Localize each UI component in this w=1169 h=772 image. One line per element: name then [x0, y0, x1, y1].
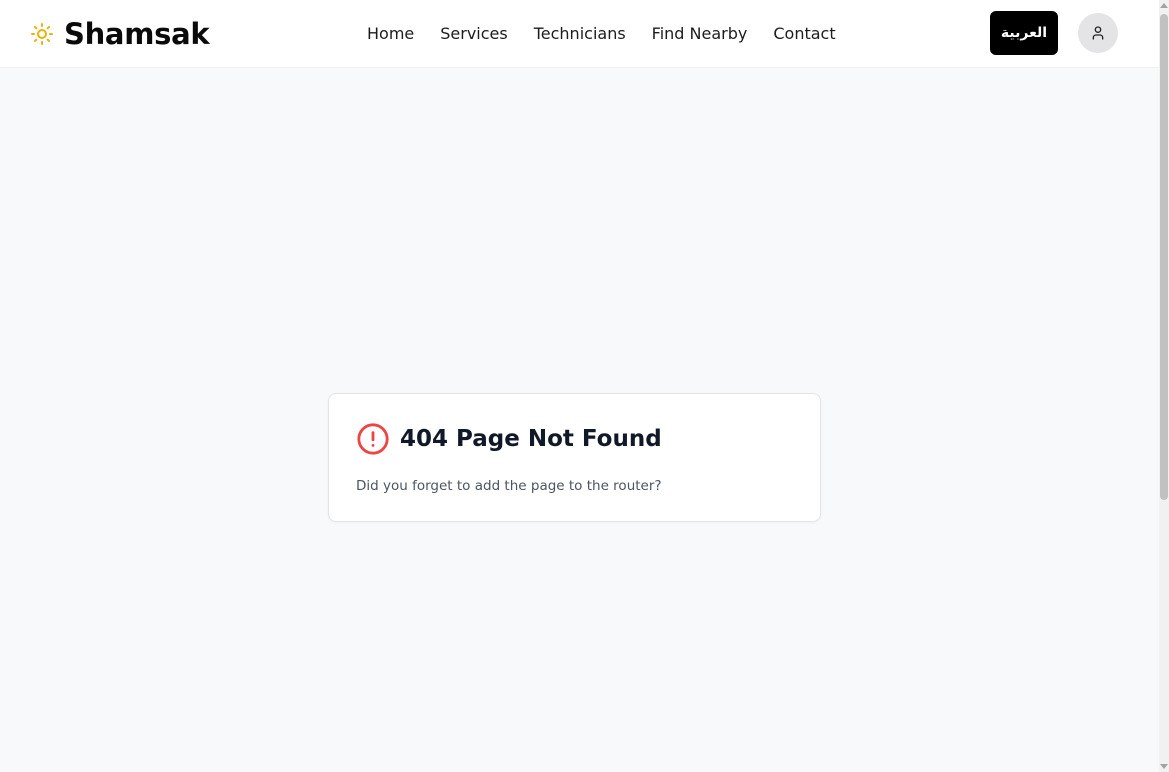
nav-link-services[interactable]: Services: [440, 22, 507, 46]
nav-link-find-nearby[interactable]: Find Nearby: [652, 22, 748, 46]
nav-link-contact[interactable]: Contact: [773, 22, 835, 46]
vertical-scrollbar[interactable]: [1159, 0, 1169, 772]
profile-button[interactable]: [1078, 13, 1118, 53]
brand-logo[interactable]: Shamsak: [30, 14, 210, 54]
nav-link-home[interactable]: Home: [367, 22, 414, 46]
scroll-down-arrow-icon[interactable]: [1160, 764, 1168, 769]
language-toggle-button[interactable]: العربية: [990, 11, 1058, 55]
brand-name: Shamsak: [64, 17, 210, 51]
error-message: Did you forget to add the page to the ro…: [356, 478, 662, 494]
card-header: 404 Page Not Found: [356, 422, 662, 456]
scrollbar-thumb[interactable]: [1160, 14, 1168, 500]
user-icon: [1090, 25, 1106, 41]
top-navbar: Shamsak Home Services Technicians Find N…: [0, 0, 1159, 68]
main-nav: Home Services Technicians Find Nearby Co…: [367, 22, 836, 46]
viewport: Shamsak Home Services Technicians Find N…: [0, 0, 1169, 772]
page-title: 404 Page Not Found: [400, 426, 662, 452]
nav-link-technicians[interactable]: Technicians: [534, 22, 626, 46]
sun-icon: [30, 22, 54, 46]
alert-circle-icon: [356, 422, 390, 456]
scroll-up-arrow-icon[interactable]: [1160, 3, 1168, 8]
not-found-card: 404 Page Not Found Did you forget to add…: [328, 393, 821, 522]
